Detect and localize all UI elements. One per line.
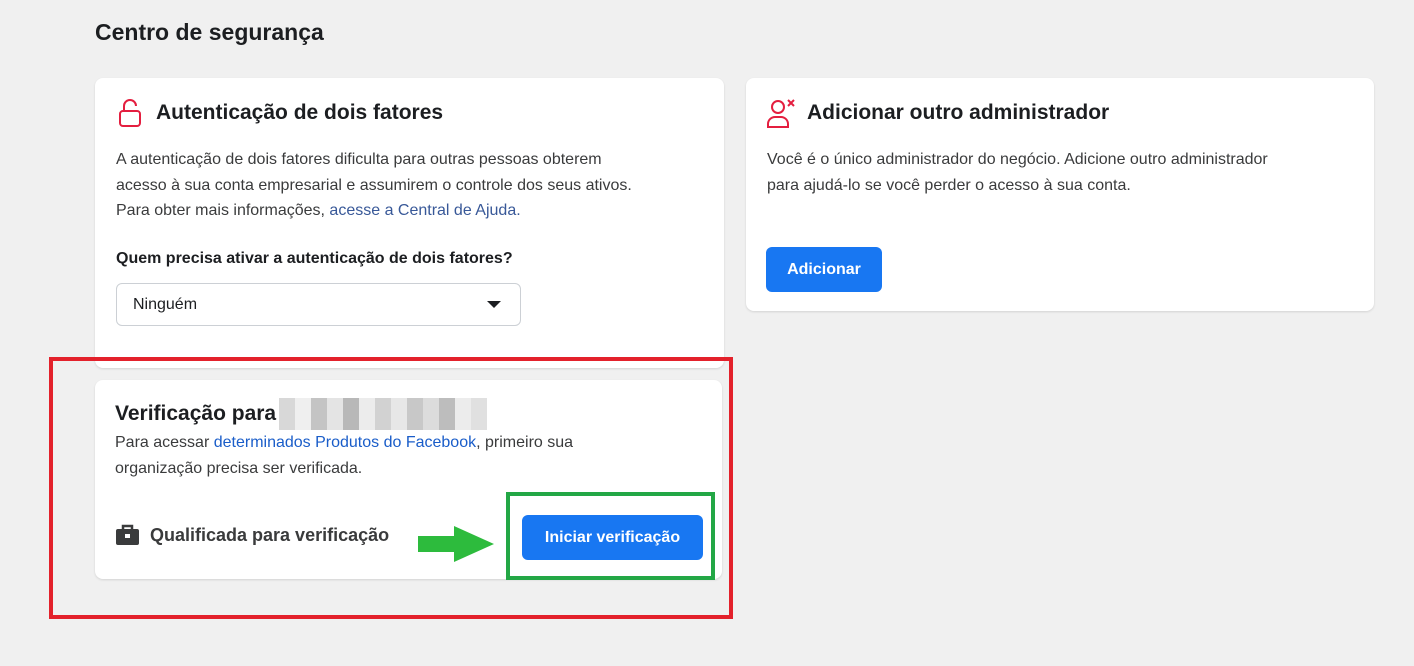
link-period: . <box>516 202 521 219</box>
description-line: Você é o único administrador do negócio.… <box>767 151 1268 168</box>
add-admin-card: Adicionar outro administrador Você é o ú… <box>746 78 1374 311</box>
unlocked-padlock-icon <box>118 98 144 128</box>
page-title: Centro de segurança <box>95 19 324 45</box>
description-line: A autenticação de dois fatores dificulta… <box>116 151 602 168</box>
green-arrow-icon <box>416 524 496 569</box>
add-admin-description: Você é o único administrador do negócio.… <box>767 147 1268 198</box>
description-line: Para obter mais informações, acesse a Ce… <box>116 198 632 224</box>
description-line: acesso à sua conta empresarial e assumir… <box>116 176 632 194</box>
remove-person-icon <box>766 97 798 129</box>
two-factor-description: A autenticação de dois fatores dificulta… <box>116 147 632 224</box>
caret-down-icon <box>487 301 501 308</box>
help-center-link[interactable]: acesse a Central de Ajuda <box>329 202 516 219</box>
two-factor-header: Autenticação de dois fatores <box>118 98 443 128</box>
add-admin-button[interactable]: Adicionar <box>766 247 882 292</box>
select-value: Ninguém <box>133 295 198 313</box>
add-admin-title: Adicionar outro administrador <box>807 101 1110 124</box>
two-factor-title: Autenticação de dois fatores <box>156 101 444 124</box>
description-line: para ajudá-lo se você perder o acesso à … <box>767 176 1131 194</box>
green-highlight-box <box>506 492 715 580</box>
add-admin-header: Adicionar outro administrador <box>766 97 1109 129</box>
description-text: Para obter mais informações, <box>116 202 330 219</box>
two-factor-question: Quem precisa ativar a autenticação de do… <box>116 250 513 267</box>
two-factor-select[interactable]: Ninguém <box>116 283 521 326</box>
two-factor-card: Autenticação de dois fatores A autentica… <box>95 78 724 368</box>
